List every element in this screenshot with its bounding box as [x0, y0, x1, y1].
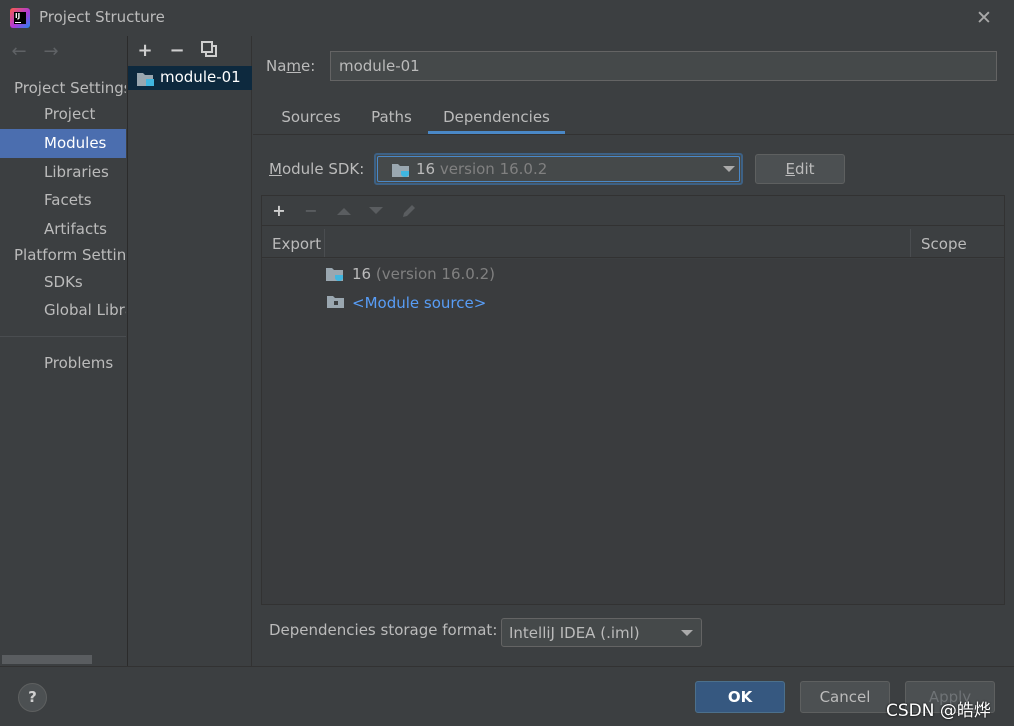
sdk-version-detail: version 16.0.2 — [435, 160, 548, 178]
name-label: Name: — [266, 57, 316, 75]
module-name-input[interactable]: module-01 — [330, 51, 997, 81]
chevron-down-icon — [723, 166, 735, 172]
module-source-icon — [327, 294, 345, 314]
platform-settings-heading: Platform Settings — [14, 246, 126, 264]
sdk-version-main: 16 — [416, 160, 436, 178]
ok-button[interactable]: OK — [695, 681, 785, 713]
remove-module-button[interactable]: − — [166, 40, 188, 62]
edit-pencil-icon[interactable] — [398, 200, 420, 222]
tab-paths[interactable]: Paths — [358, 101, 425, 134]
sidebar-item-project[interactable]: Project — [0, 100, 126, 129]
column-divider — [324, 229, 325, 257]
table-row[interactable]: 16 (version 16.0.2) — [326, 263, 526, 285]
sidebar-item-global-libraries[interactable]: Global Libraries — [0, 296, 126, 325]
jdk-folder-icon — [392, 162, 412, 182]
dependency-name: <Module source> — [352, 294, 487, 312]
project-settings-heading: Project Settings — [14, 79, 126, 97]
watermark: CSDN @皓烨 — [886, 701, 991, 721]
intellij-logo-icon: IJ — [10, 8, 30, 28]
back-arrow-icon[interactable]: ← — [8, 40, 30, 64]
column-header-export[interactable]: Export — [272, 235, 321, 253]
storage-format-dropdown[interactable]: IntelliJ IDEA (.iml) — [501, 618, 702, 647]
column-header-scope[interactable]: Scope — [921, 235, 967, 253]
chevron-down-icon — [681, 630, 693, 636]
sidebar-item-artifacts[interactable]: Artifacts — [0, 215, 126, 244]
close-icon[interactable]: ✕ — [972, 6, 996, 30]
column-divider — [910, 229, 911, 257]
tabs-divider — [253, 134, 1014, 135]
module-list-panel: + − module-01 — [127, 36, 252, 666]
dependency-detail: (version 16.0.2) — [371, 265, 495, 283]
window-title: Project Structure — [39, 8, 165, 26]
forward-arrow-icon[interactable]: → — [40, 40, 62, 64]
table-row[interactable]: <Module source> — [326, 292, 526, 314]
tab-sources[interactable]: Sources — [271, 101, 351, 134]
move-up-icon[interactable] — [333, 200, 355, 222]
storage-format-label: Dependencies storage format: — [269, 621, 498, 639]
sidebar-item-facets[interactable]: Facets — [0, 186, 126, 215]
add-dependency-button[interactable]: + — [268, 200, 290, 222]
module-list-item[interactable]: module-01 — [128, 66, 252, 90]
sidebar-item-problems[interactable]: Problems — [0, 349, 126, 378]
add-module-button[interactable]: + — [134, 40, 156, 62]
tab-dependencies[interactable]: Dependencies — [428, 101, 565, 134]
cancel-button[interactable]: Cancel — [800, 681, 890, 713]
sidebar-item-sdks[interactable]: SDKs — [0, 268, 126, 297]
sidebar-horizontal-scrollbar[interactable] — [2, 655, 92, 664]
dependency-name: 16 — [352, 265, 372, 283]
help-button[interactable]: ? — [18, 683, 47, 712]
settings-sidebar: ← → Project Settings Project Modules Lib… — [0, 36, 126, 666]
storage-format-value: IntelliJ IDEA (.iml) — [509, 624, 640, 642]
copy-module-icon[interactable] — [198, 40, 220, 62]
dependencies-table-header — [262, 227, 1004, 258]
sidebar-item-libraries[interactable]: Libraries — [0, 158, 126, 187]
sidebar-item-modules[interactable]: Modules — [0, 129, 126, 158]
move-down-icon[interactable] — [365, 200, 387, 222]
jdk-folder-icon — [326, 266, 346, 286]
module-list-item-label: module-01 — [160, 68, 241, 86]
module-folder-icon — [137, 71, 155, 91]
remove-dependency-button[interactable]: − — [300, 200, 322, 222]
sidebar-divider — [0, 336, 126, 337]
module-sdk-label: Module SDK: — [269, 160, 365, 178]
edit-sdk-button[interactable]: Edit — [755, 154, 845, 184]
module-sdk-dropdown[interactable]: 16 version 16.0.2 — [374, 153, 743, 185]
